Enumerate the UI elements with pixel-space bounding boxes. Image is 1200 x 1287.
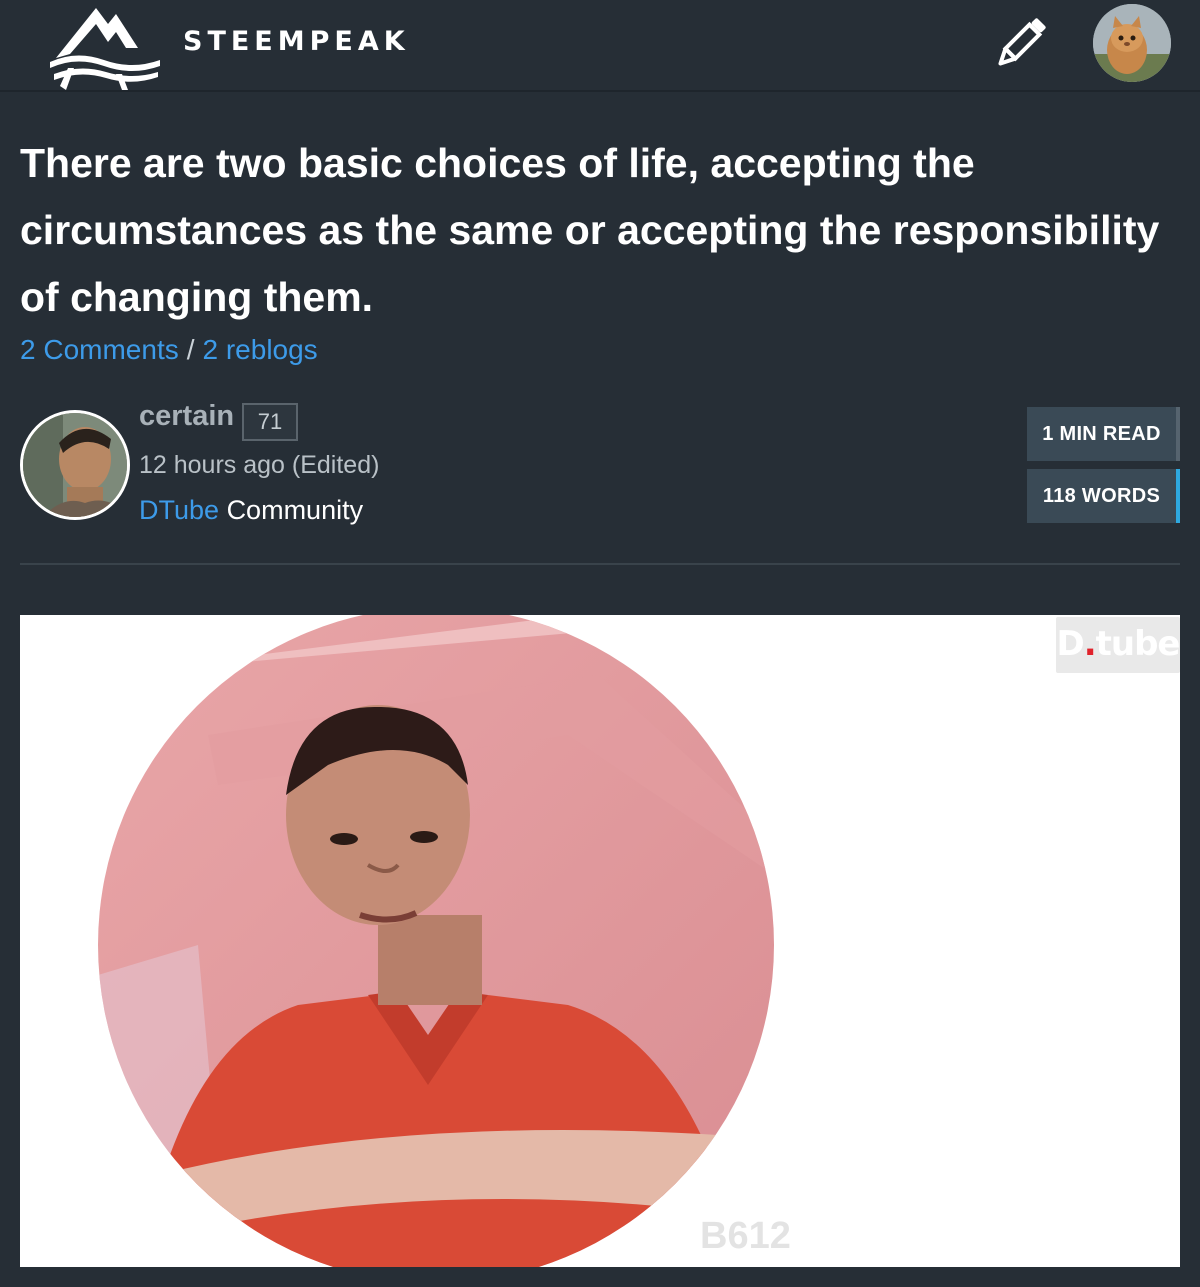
post-timestamp: 12 hours ago (Edited) [139, 451, 380, 479]
reputation-badge: 71 [242, 403, 298, 441]
community-link[interactable]: DTube [139, 495, 219, 525]
community-label: Community [226, 495, 364, 525]
author-avatar[interactable] [20, 410, 130, 520]
meta-separator: / [186, 334, 195, 365]
word-count-chip: 118 WORDS [1027, 469, 1180, 523]
section-divider [20, 563, 1180, 565]
comments-link[interactable]: 2 Comments [20, 334, 179, 365]
dtube-badge[interactable]: D.tube [1056, 617, 1180, 673]
dtube-badge-dot: . [1083, 624, 1097, 664]
dtube-badge-text: tube [1095, 624, 1180, 664]
brand-name[interactable]: STEEMPEAK [183, 26, 410, 57]
post-meta-links: 2 Comments/ 2 reblogs [20, 334, 318, 366]
community-line: DTube Community [139, 495, 363, 526]
dtube-badge-prefix: D [1056, 624, 1084, 664]
photo-watermark: B612 [700, 1215, 791, 1257]
read-time-chip: 1 MIN READ [1027, 407, 1180, 461]
top-navbar: STEEMPEAK [0, 0, 1200, 92]
video-thumbnail[interactable]: D.tube B612 [20, 615, 1180, 1267]
profile-photo-image [98, 615, 774, 1267]
steempeak-logo-icon[interactable] [46, 2, 162, 90]
pencil-icon[interactable] [990, 12, 1052, 74]
post-title: There are two basic choices of life, acc… [20, 140, 1160, 320]
reblogs-link[interactable]: 2 reblogs [203, 334, 318, 365]
author-name[interactable]: certain [139, 400, 234, 433]
user-avatar[interactable] [1093, 4, 1171, 82]
